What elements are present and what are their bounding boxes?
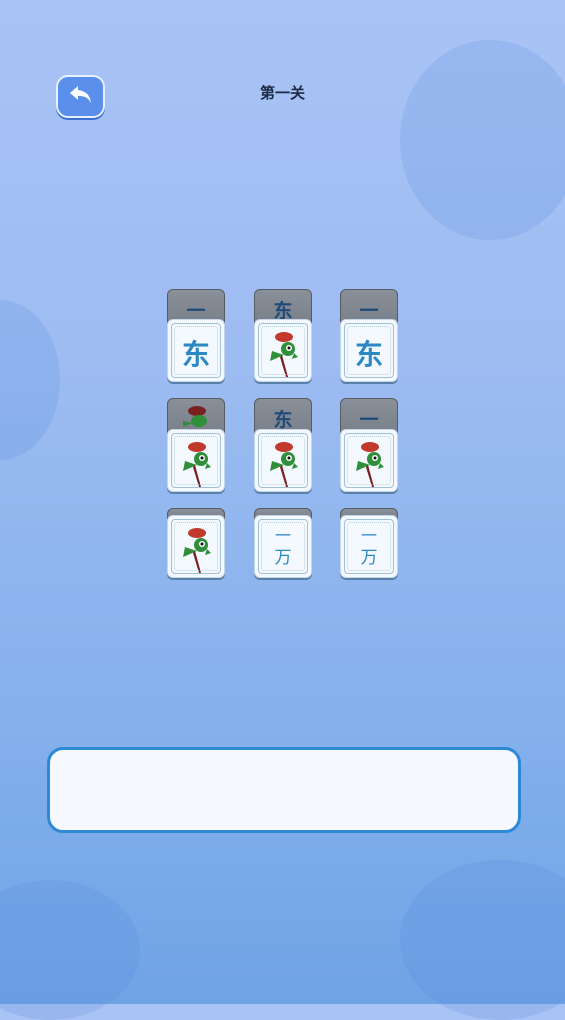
background-foliage bbox=[0, 300, 60, 460]
background-coral bbox=[400, 860, 565, 1020]
tile-bird[interactable] bbox=[254, 429, 312, 492]
tile-peek: 东 bbox=[273, 409, 293, 431]
tile-number: 一 bbox=[360, 526, 377, 545]
tile-tray bbox=[47, 747, 521, 833]
tile-bird[interactable] bbox=[167, 515, 225, 578]
background-foliage bbox=[400, 40, 565, 240]
tile-bird[interactable] bbox=[254, 319, 312, 382]
tile-character: 东 bbox=[354, 338, 383, 371]
tile-bird[interactable] bbox=[340, 429, 398, 492]
bird-icon bbox=[356, 442, 384, 487]
tile-suit: 万 bbox=[360, 548, 378, 568]
tile-bird[interactable] bbox=[167, 429, 225, 492]
tile-east[interactable]: 东 bbox=[340, 319, 398, 382]
background-coral bbox=[0, 880, 140, 1020]
bird-icon bbox=[270, 332, 298, 377]
tile-suit: 万 bbox=[274, 548, 292, 568]
tile-peek: 一 bbox=[359, 409, 379, 431]
level-title: 第一关 bbox=[259, 84, 305, 102]
tile-east[interactable]: 东 bbox=[167, 319, 225, 382]
tile-one-wan[interactable]: 一 万 bbox=[340, 515, 398, 578]
tile-one-wan[interactable]: 一 万 bbox=[254, 515, 312, 578]
bird-icon bbox=[183, 528, 211, 573]
bird-icon bbox=[183, 406, 207, 427]
tile-character: 东 bbox=[181, 338, 210, 371]
tile-number: 一 bbox=[274, 526, 291, 545]
bird-icon bbox=[183, 442, 211, 487]
bird-icon bbox=[270, 442, 298, 487]
